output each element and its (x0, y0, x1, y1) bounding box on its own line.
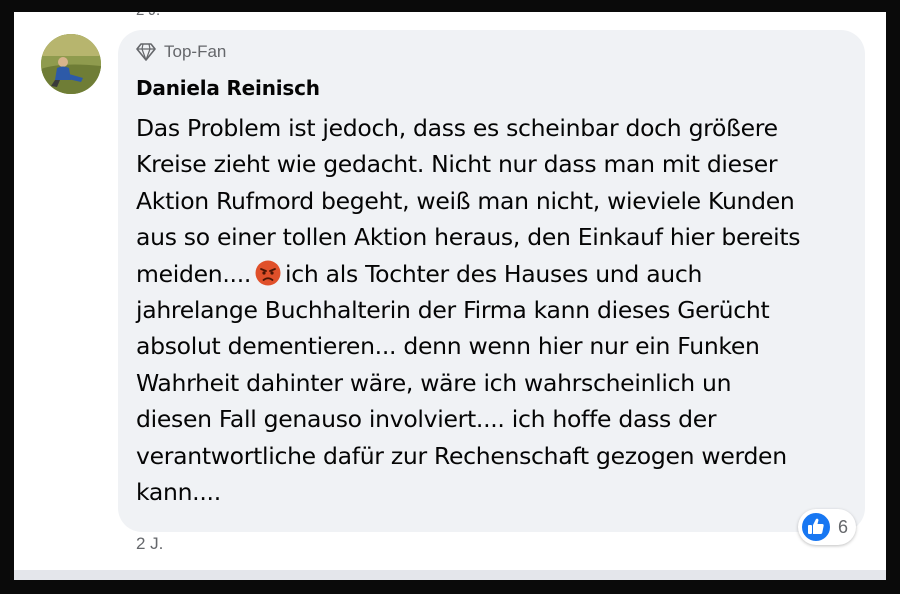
badge-label: Top-Fan (164, 42, 227, 61)
angry-face-emoji (255, 260, 281, 286)
comment-text: Das Problem ist jedoch, dass es scheinba… (136, 110, 856, 510)
author-name[interactable]: Daniela Reinisch (136, 76, 320, 100)
reaction-summary[interactable]: 6 (798, 509, 857, 545)
comment-bubble: Top-Fan Daniela Reinisch Das Problem ist… (118, 30, 865, 532)
comment-line-with-emoji: meiden.... ich als Tochter des Hauses und… (136, 256, 856, 292)
comment-line: Wahrheit dahinter wäre, wäre ich wahrsch… (136, 368, 732, 397)
comment-fragment: ich als Tochter des Hauses und auch (285, 259, 703, 288)
reaction-count: 6 (838, 516, 849, 537)
comment-line: jahrelange Buchhalterin der Firma kann d… (136, 296, 770, 325)
diamond-icon (136, 43, 156, 61)
like-icon (800, 511, 832, 543)
comment-line: diesen Fall genauso involviert.... ich h… (136, 405, 717, 434)
comment-line: aus so einer tollen Aktion heraus, den E… (136, 223, 801, 252)
divider (14, 570, 886, 580)
comment-timestamp[interactable]: 2 J. (136, 534, 163, 554)
comment-line: verantwortliche dafür zur Rechenschaft g… (136, 441, 787, 470)
comment-fragment: meiden.... (136, 259, 252, 288)
top-fan-badge[interactable]: Top-Fan (136, 42, 226, 62)
previous-timestamp-fragment: 2 J. (136, 12, 160, 19)
comment-line: absolut dementieren... denn wenn hier nu… (136, 332, 760, 361)
comment-line: Aktion Rufmord begeht, weiß man nicht, w… (136, 186, 795, 215)
comment-card: 2 J. Top-Fan Daniela Reinisch Das Proble… (14, 12, 886, 580)
comment-line: Kreise zieht wie gedacht. Nicht nur dass… (136, 150, 778, 179)
avatar[interactable] (41, 34, 101, 94)
comment-line: kann.... (136, 478, 221, 507)
comment-line: Das Problem ist jedoch, dass es scheinba… (136, 114, 778, 142)
